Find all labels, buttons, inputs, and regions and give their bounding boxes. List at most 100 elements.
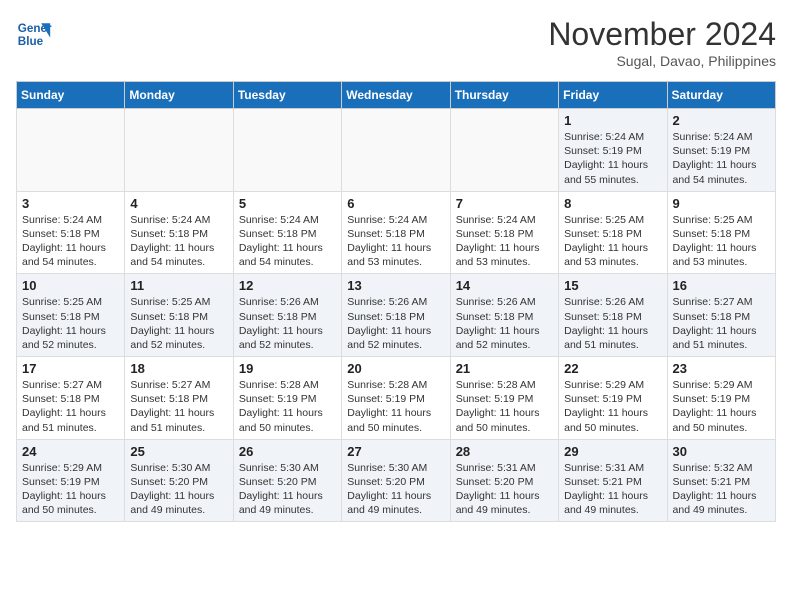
day-info: Sunrise: 5:31 AMSunset: 5:20 PMDaylight:…: [456, 461, 553, 518]
calendar-cell: 27 Sunrise: 5:30 AMSunset: 5:20 PMDayligh…: [342, 439, 450, 522]
calendar-cell: 7 Sunrise: 5:24 AMSunset: 5:18 PMDaylight…: [450, 191, 558, 274]
calendar-cell: [233, 109, 341, 192]
calendar-cell: 21 Sunrise: 5:28 AMSunset: 5:19 PMDayligh…: [450, 357, 558, 440]
calendar-cell: 5 Sunrise: 5:24 AMSunset: 5:18 PMDaylight…: [233, 191, 341, 274]
calendar-cell: 2Sunrise: 5:24 AMSunset: 5:19 PMDaylight…: [667, 109, 775, 192]
day-info: Sunrise: 5:25 AMSunset: 5:18 PMDaylight:…: [22, 295, 119, 352]
day-number: 4: [130, 196, 227, 211]
page-header: General Blue November 2024 Sugal, Davao,…: [16, 16, 776, 69]
svg-text:Blue: Blue: [18, 35, 44, 48]
calendar-cell: 29 Sunrise: 5:31 AMSunset: 5:21 PMDayligh…: [559, 439, 667, 522]
day-number: 28: [456, 444, 553, 459]
day-number: 13: [347, 278, 444, 293]
weekday-header-friday: Friday: [559, 82, 667, 109]
day-info: Sunrise: 5:28 AMSunset: 5:19 PMDaylight:…: [347, 378, 444, 435]
title-block: November 2024 Sugal, Davao, Philippines: [548, 16, 776, 69]
calendar-cell: 25Sunrise: 5:30 AMSunset: 5:20 PMDayligh…: [125, 439, 233, 522]
day-number: 22: [564, 361, 661, 376]
calendar-cell: 8Sunrise: 5:25 AMSunset: 5:18 PMDaylight…: [559, 191, 667, 274]
day-info: Sunrise: 5:29 AMSunset: 5:19 PMDaylight:…: [22, 461, 119, 518]
day-number: 25: [130, 444, 227, 459]
day-number: 20: [347, 361, 444, 376]
day-number: 24: [22, 444, 119, 459]
calendar-cell: [342, 109, 450, 192]
day-number: 29: [564, 444, 661, 459]
calendar-cell: 18 Sunrise: 5:27 AMSunset: 5:18 PMDayligh…: [125, 357, 233, 440]
week-row-2: 3 Sunrise: 5:24 AMSunset: 5:18 PMDaylight…: [17, 191, 776, 274]
day-info: Sunrise: 5:24 AMSunset: 5:18 PMDaylight:…: [347, 213, 444, 270]
calendar-cell: [450, 109, 558, 192]
day-info: Sunrise: 5:30 AMSunset: 5:20 PMDaylight:…: [347, 461, 444, 518]
day-number: 10: [22, 278, 119, 293]
day-info: Sunrise: 5:25 AMSunset: 5:18 PMDaylight:…: [673, 213, 770, 270]
day-number: 16: [673, 278, 770, 293]
calendar-cell: 11 Sunrise: 5:25 AMSunset: 5:18 PMDayligh…: [125, 274, 233, 357]
day-number: 5: [239, 196, 336, 211]
day-number: 18: [130, 361, 227, 376]
calendar-cell: 9Sunrise: 5:25 AMSunset: 5:18 PMDaylight…: [667, 191, 775, 274]
location-subtitle: Sugal, Davao, Philippines: [548, 53, 776, 69]
day-number: 7: [456, 196, 553, 211]
day-info: Sunrise: 5:24 AMSunset: 5:18 PMDaylight:…: [130, 213, 227, 270]
weekday-header-tuesday: Tuesday: [233, 82, 341, 109]
calendar-cell: 1Sunrise: 5:24 AMSunset: 5:19 PMDaylight…: [559, 109, 667, 192]
day-number: 23: [673, 361, 770, 376]
calendar-cell: 19 Sunrise: 5:28 AMSunset: 5:19 PMDayligh…: [233, 357, 341, 440]
week-row-1: 1Sunrise: 5:24 AMSunset: 5:19 PMDaylight…: [17, 109, 776, 192]
weekday-header-wednesday: Wednesday: [342, 82, 450, 109]
week-row-5: 24 Sunrise: 5:29 AMSunset: 5:19 PMDayligh…: [17, 439, 776, 522]
day-info: Sunrise: 5:31 AMSunset: 5:21 PMDaylight:…: [564, 461, 661, 518]
day-info: Sunrise: 5:25 AMSunset: 5:18 PMDaylight:…: [130, 295, 227, 352]
day-number: 15: [564, 278, 661, 293]
calendar-cell: 26 Sunrise: 5:30 AMSunset: 5:20 PMDayligh…: [233, 439, 341, 522]
day-number: 17: [22, 361, 119, 376]
calendar-cell: 22 Sunrise: 5:29 AMSunset: 5:19 PMDayligh…: [559, 357, 667, 440]
day-info: Sunrise: 5:24 AMSunset: 5:18 PMDaylight:…: [456, 213, 553, 270]
calendar-cell: [17, 109, 125, 192]
day-info: Sunrise: 5:26 AMSunset: 5:18 PMDaylight:…: [456, 295, 553, 352]
calendar-cell: 3Sunrise: 5:24 AMSunset: 5:18 PMDaylight…: [17, 191, 125, 274]
day-info: Sunrise: 5:25 AMSunset: 5:18 PMDaylight:…: [564, 213, 661, 270]
day-info: Sunrise: 5:26 AMSunset: 5:18 PMDaylight:…: [239, 295, 336, 352]
day-number: 1: [564, 113, 661, 128]
logo: General Blue: [16, 16, 52, 52]
day-info: Sunrise: 5:24 AMSunset: 5:18 PMDaylight:…: [239, 213, 336, 270]
day-info: Sunrise: 5:27 AMSunset: 5:18 PMDaylight:…: [22, 378, 119, 435]
day-info: Sunrise: 5:28 AMSunset: 5:19 PMDaylight:…: [456, 378, 553, 435]
calendar-table: SundayMondayTuesdayWednesdayThursdayFrid…: [16, 81, 776, 522]
calendar-cell: 17 Sunrise: 5:27 AMSunset: 5:18 PMDayligh…: [17, 357, 125, 440]
day-info: Sunrise: 5:28 AMSunset: 5:19 PMDaylight:…: [239, 378, 336, 435]
calendar-cell: 28 Sunrise: 5:31 AMSunset: 5:20 PMDayligh…: [450, 439, 558, 522]
weekday-header-saturday: Saturday: [667, 82, 775, 109]
week-row-4: 17 Sunrise: 5:27 AMSunset: 5:18 PMDayligh…: [17, 357, 776, 440]
day-info: Sunrise: 5:26 AMSunset: 5:18 PMDaylight:…: [347, 295, 444, 352]
day-number: 14: [456, 278, 553, 293]
day-info: Sunrise: 5:30 AMSunset: 5:20 PMDaylight:…: [239, 461, 336, 518]
weekday-header-sunday: Sunday: [17, 82, 125, 109]
calendar-cell: 4 Sunrise: 5:24 AMSunset: 5:18 PMDaylight…: [125, 191, 233, 274]
day-number: 26: [239, 444, 336, 459]
logo-icon: General Blue: [16, 16, 52, 52]
day-number: 11: [130, 278, 227, 293]
day-number: 21: [456, 361, 553, 376]
weekday-header-thursday: Thursday: [450, 82, 558, 109]
calendar-cell: 14 Sunrise: 5:26 AMSunset: 5:18 PMDayligh…: [450, 274, 558, 357]
calendar-cell: 15 Sunrise: 5:26 AMSunset: 5:18 PMDayligh…: [559, 274, 667, 357]
day-info: Sunrise: 5:26 AMSunset: 5:18 PMDaylight:…: [564, 295, 661, 352]
calendar-cell: 30Sunrise: 5:32 AMSunset: 5:21 PMDayligh…: [667, 439, 775, 522]
weekday-header-row: SundayMondayTuesdayWednesdayThursdayFrid…: [17, 82, 776, 109]
day-number: 3: [22, 196, 119, 211]
day-info: Sunrise: 5:29 AMSunset: 5:19 PMDaylight:…: [673, 378, 770, 435]
day-info: Sunrise: 5:27 AMSunset: 5:18 PMDaylight:…: [130, 378, 227, 435]
day-number: 27: [347, 444, 444, 459]
day-number: 2: [673, 113, 770, 128]
day-info: Sunrise: 5:29 AMSunset: 5:19 PMDaylight:…: [564, 378, 661, 435]
day-info: Sunrise: 5:32 AMSunset: 5:21 PMDaylight:…: [673, 461, 770, 518]
day-number: 6: [347, 196, 444, 211]
week-row-3: 10 Sunrise: 5:25 AMSunset: 5:18 PMDayligh…: [17, 274, 776, 357]
day-number: 12: [239, 278, 336, 293]
calendar-cell: [125, 109, 233, 192]
calendar-cell: 6 Sunrise: 5:24 AMSunset: 5:18 PMDaylight…: [342, 191, 450, 274]
day-number: 19: [239, 361, 336, 376]
calendar-cell: 16Sunrise: 5:27 AMSunset: 5:18 PMDayligh…: [667, 274, 775, 357]
